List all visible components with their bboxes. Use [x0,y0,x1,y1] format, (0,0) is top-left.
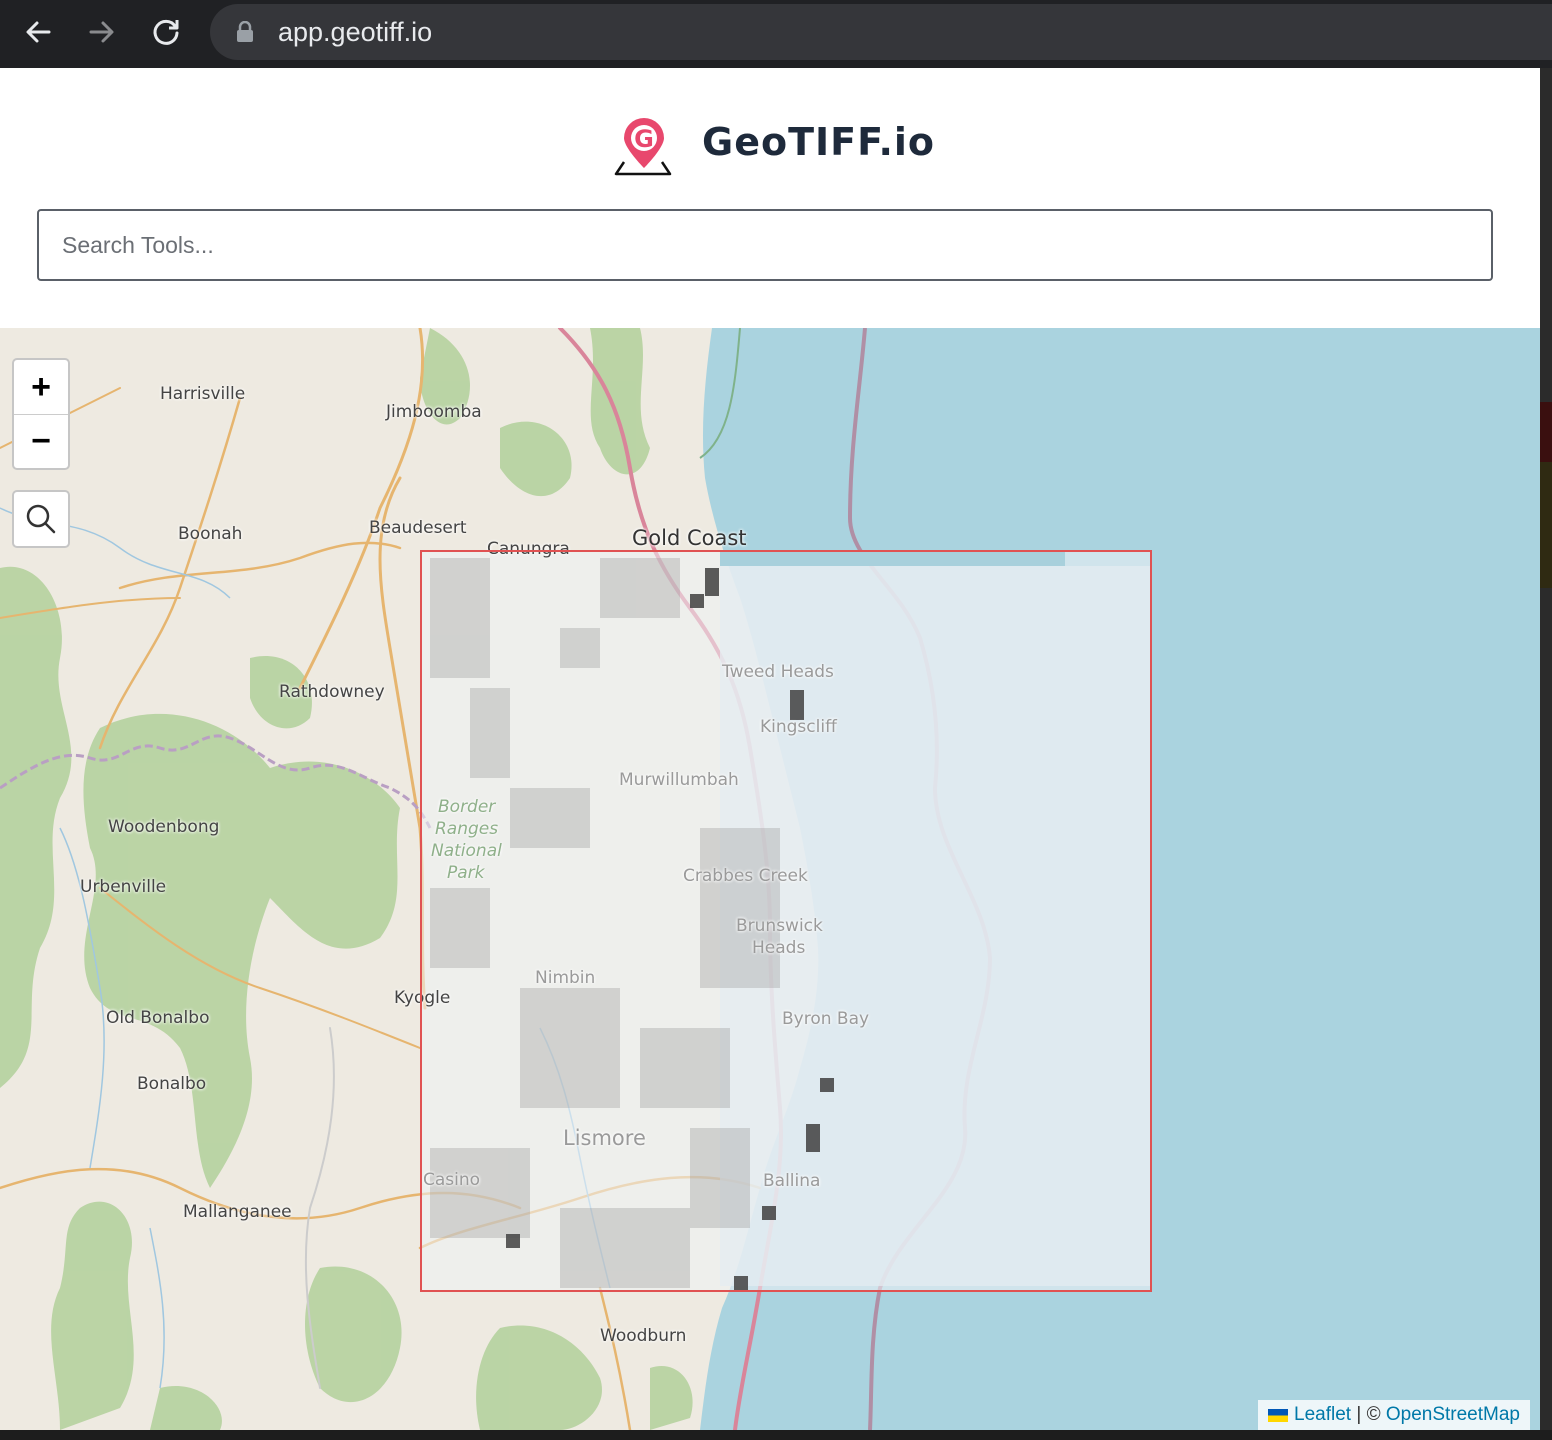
app-header: G GeoTIFF.io [0,68,1540,328]
brand-title: GeoTIFF.io [702,120,936,164]
side-strip [1540,68,1552,1430]
reload-button[interactable] [148,14,184,50]
place-label: Mallanganee [183,1202,292,1222]
forward-button[interactable] [84,14,120,50]
place-label: Rathdowney [279,682,385,702]
search-icon [26,504,56,534]
reload-icon [153,19,179,45]
place-label: Woodburn [600,1326,687,1346]
zoom-control: + − [12,358,70,470]
ukraine-flag-icon [1268,1408,1289,1422]
place-label: Beaudesert [369,518,467,538]
openstreetmap-link[interactable]: OpenStreetMap [1386,1404,1520,1426]
browser-toolbar: app.geotiff.io [0,0,1552,68]
geotiff-bounds [420,550,1152,1292]
map-search-button[interactable] [12,490,70,548]
search-tools-input[interactable] [37,209,1493,281]
arrow-left-icon [26,21,51,43]
place-label: Woodenbong [108,817,220,837]
place-label: Gold Coast [632,526,747,550]
zoom-out-button[interactable]: − [14,414,68,468]
place-label: Harrisville [160,384,246,404]
place-label: Urbenville [80,877,167,897]
bottom-strip [0,1430,1552,1440]
map-view[interactable]: Harrisville Jimboomba Boonah Beaudesert … [0,328,1540,1430]
page: G GeoTIFF.io Search Tools... Harrisville… [0,68,1540,1430]
place-label: Bonalbo [137,1074,207,1094]
geotiff-logo-icon: G [612,116,676,183]
lock-icon [236,20,254,48]
place-label: Boonah [178,524,243,544]
url-text: app.geotiff.io [278,17,433,47]
place-label: Old Bonalbo [106,1008,210,1028]
zoom-in-button[interactable]: + [14,360,68,415]
address-bar[interactable]: app.geotiff.io [210,4,1552,60]
arrow-right-icon [89,21,114,43]
back-button[interactable] [20,14,56,50]
leaflet-link[interactable]: Leaflet [1294,1404,1351,1426]
place-label: Jimboomba [386,402,482,422]
attribution-separator: | © [1351,1404,1386,1425]
map-attribution: Leaflet | © OpenStreetMap [1258,1400,1530,1430]
logo-letter: G [634,125,654,153]
